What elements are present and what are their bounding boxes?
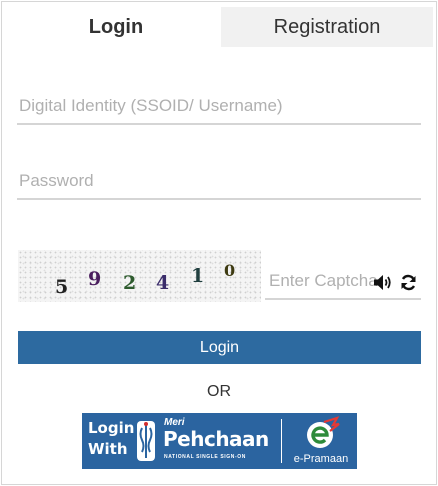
auth-tabs: Login Registration: [11, 7, 433, 47]
captcha-input[interactable]: [265, 264, 421, 300]
captcha-image: 5 9 2 4 1 0: [18, 250, 261, 302]
banner-divider: [281, 419, 282, 463]
login-button[interactable]: Login: [18, 331, 421, 364]
e-pramaan-logo-icon: [304, 416, 340, 450]
pehchaan-label: Pehchaan: [163, 427, 269, 451]
meri-pehchaan-logo-icon: [135, 418, 157, 464]
captcha-digit: 1: [191, 265, 205, 287]
tab-login[interactable]: Login: [11, 7, 221, 47]
captcha-digit: 5: [55, 276, 69, 298]
tab-registration[interactable]: Registration: [221, 7, 433, 47]
sso-tagline: NATIONAL SINGLE SIGN-ON: [164, 454, 246, 460]
meri-pehchaan-login-button[interactable]: Login With Meri Pehchaan NATIONAL SINGLE…: [82, 413, 357, 469]
captcha-digit: 9: [88, 268, 102, 290]
password-input[interactable]: [17, 164, 421, 200]
ssoid-input[interactable]: [17, 88, 421, 125]
captcha-digit: 2: [123, 272, 137, 294]
login-with-label: Login With: [88, 419, 135, 458]
speaker-icon[interactable]: [373, 274, 393, 291]
or-divider: OR: [207, 383, 231, 400]
e-pramaan-label: e-Pramaan: [293, 453, 349, 465]
refresh-icon[interactable]: [400, 274, 417, 291]
captcha-digit: 0: [224, 261, 236, 280]
captcha-digit: 4: [156, 272, 170, 294]
